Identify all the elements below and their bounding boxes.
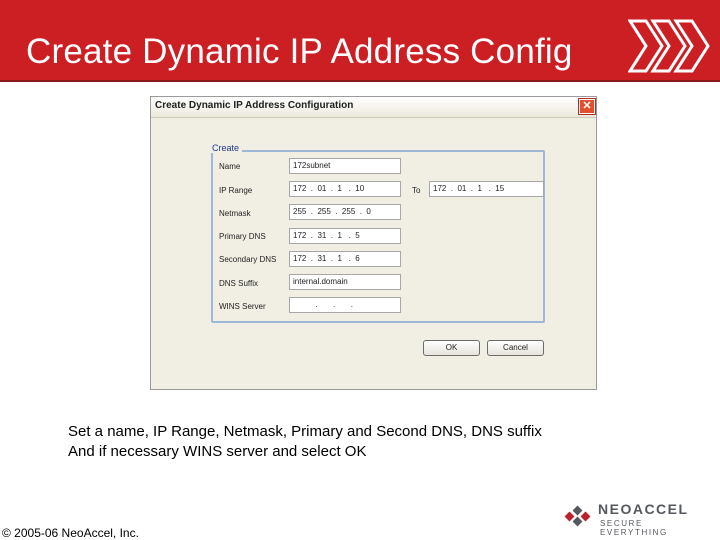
- slide-title: Create Dynamic IP Address Config: [26, 32, 573, 71]
- dns-suffix-label: DNS Suffix: [219, 279, 258, 288]
- create-dynamic-ip-dialog: Create Dynamic IP Address Configuration …: [150, 96, 597, 390]
- name-label: Name: [219, 162, 241, 171]
- wins-server-label: WINS Server: [219, 302, 266, 311]
- slide-header: Create Dynamic IP Address Config: [0, 0, 720, 82]
- neoaccel-logo: NEOACCEL SECURE EVERYTHING: [564, 500, 714, 537]
- wins-server-input[interactable]: . . .: [289, 297, 401, 313]
- caption-line-1: Set a name, IP Range, Netmask, Primary a…: [68, 423, 542, 440]
- caption-line-2: And if necessary WINS server and select …: [68, 443, 367, 460]
- name-input[interactable]: 172subnet: [289, 158, 401, 174]
- ip-range-from-input[interactable]: 172 . 01 . 1 . 10: [289, 181, 401, 197]
- cancel-button[interactable]: Cancel: [487, 340, 544, 356]
- primary-dns-label: Primary DNS: [219, 232, 266, 241]
- dns-suffix-input[interactable]: internal.domain: [289, 274, 401, 290]
- group-label: Create: [209, 143, 243, 153]
- ok-button[interactable]: OK: [423, 340, 480, 356]
- copyright-text: © 2005-06 NeoAccel, Inc.: [2, 526, 139, 540]
- chevron-arrows-icon: [628, 19, 710, 73]
- ip-range-label: IP Range: [219, 186, 253, 195]
- instruction-caption: Set a name, IP Range, Netmask, Primary a…: [68, 422, 542, 462]
- netmask-label: Netmask: [219, 209, 251, 218]
- close-icon: ✕: [582, 100, 592, 112]
- dialog-titlebar: Create Dynamic IP Address Configuration …: [151, 97, 596, 118]
- dialog-title: Create Dynamic IP Address Configuration: [155, 100, 354, 111]
- secondary-dns-input[interactable]: 172 . 31 . 1 . 6: [289, 251, 401, 267]
- logo-tagline: SECURE EVERYTHING: [600, 519, 668, 537]
- netmask-input[interactable]: 255 . 255 . 255 . 0: [289, 204, 401, 220]
- secondary-dns-label: Secondary DNS: [219, 255, 277, 264]
- ip-range-to-input[interactable]: 172 . 01 . 1 . 15: [429, 181, 544, 197]
- neoaccel-logo-icon: [564, 505, 591, 527]
- primary-dns-input[interactable]: 172 . 31 . 1 . 5: [289, 228, 401, 244]
- ip-range-to-label: To: [412, 186, 421, 195]
- logo-name: NEOACCEL: [598, 501, 689, 517]
- close-button[interactable]: ✕: [578, 98, 596, 115]
